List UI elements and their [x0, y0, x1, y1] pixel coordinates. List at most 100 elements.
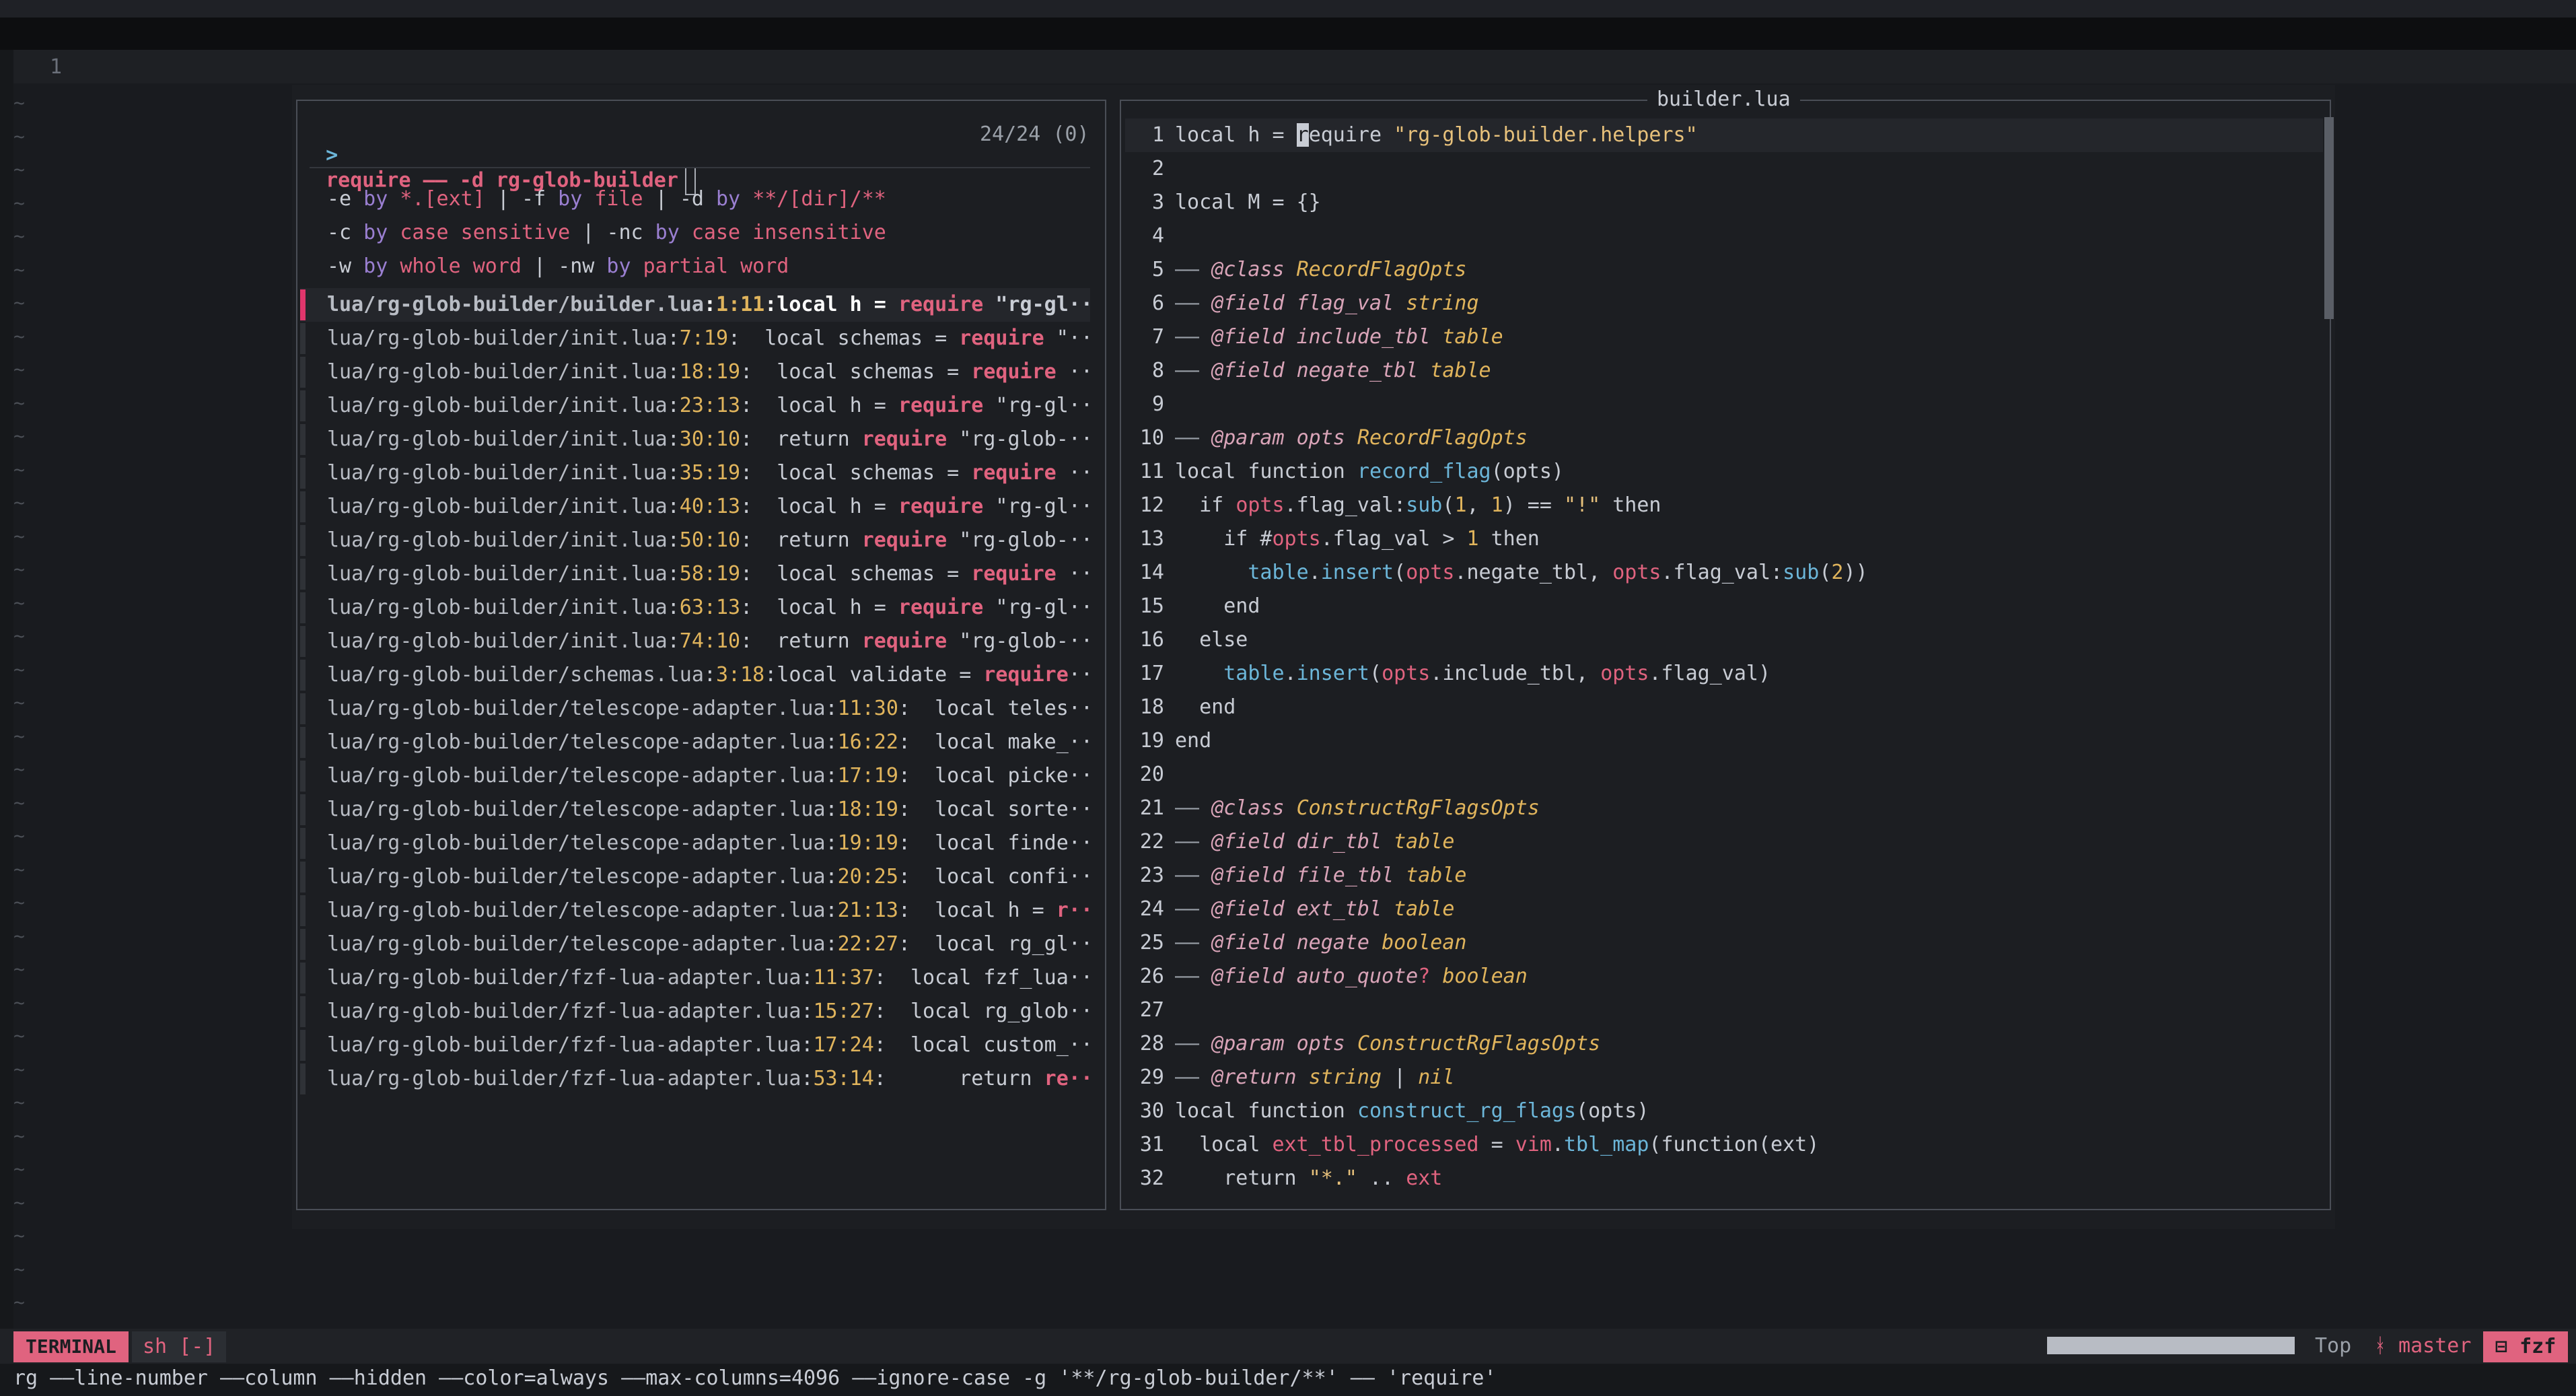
result-path: lua/rg-glob-builder/init.lua [327, 596, 668, 619]
result-location: 40:13 [679, 495, 741, 518]
code-token: 1 [1454, 493, 1467, 517]
code-token: 2 [1831, 561, 1844, 584]
code-token: .flag_val: [1284, 493, 1406, 517]
code-line: 4 [1125, 219, 2323, 253]
result-row[interactable]: lua/rg-glob-builder/fzf-lua-adapter.lua:… [300, 1028, 1090, 1062]
result-row[interactable]: lua/rg-glob-builder/init.lua:30:10: retu… [300, 423, 1090, 456]
prompt-separator [310, 167, 1090, 168]
result-pre: local rg_glob·· [886, 1000, 1090, 1023]
code-line-number: 20 [1139, 763, 1164, 786]
code-line: 15 end [1125, 590, 2323, 623]
code-preview[interactable]: 1 local h = require "rg-glob-builder.help… [1125, 118, 2323, 1195]
result-row[interactable]: lua/rg-glob-builder/telescope-adapter.lu… [300, 793, 1090, 827]
result-gutter [300, 626, 306, 657]
code-text: if #opts.flag_val > 1 then [1175, 522, 1540, 556]
code-token: insert [1296, 662, 1369, 685]
code-line-number: 25 [1139, 931, 1164, 954]
code-token: —— [1175, 796, 1212, 820]
code-text: local function record_flag(opts) [1175, 455, 1564, 489]
code-token: end [1175, 695, 1236, 719]
result-row[interactable]: lua/rg-glob-builder/fzf-lua-adapter.lua:… [300, 995, 1090, 1028]
preview-scrollbar[interactable] [2324, 117, 2334, 319]
result-row[interactable]: lua/rg-glob-builder/telescope-adapter.lu… [300, 928, 1090, 961]
tilde-marker: ~ [13, 258, 25, 281]
result-row[interactable]: lua/rg-glob-builder/init.lua:74:10: retu… [300, 625, 1090, 658]
code-line-number: 7 [1151, 325, 1164, 349]
result-row[interactable]: lua/rg-glob-builder/telescope-adapter.lu… [300, 759, 1090, 793]
command-line[interactable]: rg ——line-number ——column ——hidden ——col… [13, 1366, 1497, 1390]
result-post: "rg-glob-·· [947, 427, 1090, 451]
hint-text: **/[dir]/** [752, 187, 886, 211]
code-text: else [1175, 623, 1248, 657]
code-line-number: 12 [1139, 493, 1164, 517]
result-match: require [971, 360, 1057, 384]
code-text: —— @class RecordFlagOpts [1175, 253, 1467, 287]
code-token: —— [1175, 426, 1212, 450]
code-token: @param [1211, 1032, 1297, 1055]
code-line: 28 —— @param opts ConstructRgFlagsOpts [1125, 1027, 2323, 1061]
code-line-number: 10 [1139, 426, 1164, 450]
hint-text: -c [327, 221, 352, 244]
tilde-marker: ~ [13, 691, 25, 713]
result-row[interactable]: lua/rg-glob-builder/init.lua:35:19: loca… [300, 456, 1090, 490]
fzf-prompt[interactable]: > require —— -d rg-glob-builder [301, 120, 696, 195]
result-pre: local finde·· [910, 831, 1090, 855]
hint-text: -f [522, 187, 546, 211]
code-token: @field [1211, 897, 1297, 921]
result-row[interactable]: lua/rg-glob-builder/telescope-adapter.lu… [300, 860, 1090, 894]
code-token: table [1406, 864, 1467, 887]
result-pre: local h = [752, 596, 898, 619]
result-path: lua/rg-glob-builder/fzf-lua-adapter.lua [327, 966, 801, 989]
code-token: negate_tbl [1296, 359, 1431, 382]
result-row[interactable]: lua/rg-glob-builder/init.lua:7:19: local… [300, 322, 1090, 355]
code-text: local h = require "rg-glob-builder.helpe… [1175, 118, 1698, 152]
code-line: 3 local M = {} [1125, 186, 2323, 219]
code-token: ? [1418, 965, 1443, 988]
result-row[interactable]: lua/rg-glob-builder/init.lua:63:13: loca… [300, 591, 1090, 625]
result-row[interactable]: lua/rg-glob-builder/telescope-adapter.lu… [300, 692, 1090, 726]
code-token: —— [1175, 291, 1212, 315]
result-row[interactable]: lua/rg-glob-builder/init.lua:40:13: loca… [300, 490, 1090, 524]
result-path: lua/rg-glob-builder/init.lua [327, 461, 668, 485]
result-location: 53:14 [813, 1067, 874, 1090]
result-row[interactable]: lua/rg-glob-builder/telescope-adapter.lu… [300, 894, 1090, 928]
code-line: 11 local function record_flag(opts) [1125, 455, 2323, 489]
tilde-marker: ~ [13, 1224, 25, 1247]
result-row[interactable]: lua/rg-glob-builder/fzf-lua-adapter.lua:… [300, 1062, 1090, 1096]
result-row[interactable]: lua/rg-glob-builder/schemas.lua:3:18:loc… [300, 658, 1090, 692]
hint-text: by [703, 187, 753, 211]
code-token: if [1175, 493, 1236, 517]
prompt-arrow: > [326, 143, 338, 167]
result-row[interactable]: lua/rg-glob-builder/init.lua:18:19: loca… [300, 355, 1090, 389]
hint-text: -nc [606, 221, 643, 244]
result-row[interactable]: lua/rg-glob-builder/init.lua:23:13: loca… [300, 389, 1090, 423]
hint-text: *.[ext] [400, 187, 485, 211]
code-text: —— @field negate boolean [1175, 926, 1467, 960]
result-pre: local teles·· [910, 697, 1090, 720]
flag-hint-line: -e by *.[ext] | -f by file | -d by **/[d… [327, 187, 886, 211]
code-token: opts [1382, 662, 1431, 685]
result-row[interactable]: lua/rg-glob-builder/init.lua:50:10: retu… [300, 524, 1090, 557]
result-row[interactable]: lua/rg-glob-builder/init.lua:58:19: loca… [300, 557, 1090, 591]
results-list[interactable]: lua/rg-glob-builder/builder.lua:1:11:loc… [300, 288, 1090, 1096]
buffer-name: sh [-] [132, 1331, 227, 1362]
code-token: "*." [1308, 1166, 1357, 1190]
result-pre: local fzf_lua·· [886, 966, 1090, 989]
result-row[interactable]: lua/rg-glob-builder/telescope-adapter.lu… [300, 726, 1090, 759]
result-row[interactable]: lua/rg-glob-builder/telescope-adapter.lu… [300, 827, 1090, 860]
code-token: auto_quote [1296, 965, 1419, 988]
code-token: @field [1211, 931, 1297, 954]
result-row[interactable]: lua/rg-glob-builder/fzf-lua-adapter.lua:… [300, 961, 1090, 995]
cursor-line [13, 50, 2576, 83]
result-location: 21:13 [837, 899, 898, 922]
result-text: lua/rg-glob-builder/schemas.lua:3:18:loc… [327, 658, 1090, 692]
result-pre: local rg_gl·· [910, 932, 1090, 956]
hint-text: by [351, 221, 400, 244]
tilde-marker: ~ [13, 225, 25, 247]
hint-text: -nw [558, 254, 595, 278]
result-row[interactable]: lua/rg-glob-builder/builder.lua:1:11:loc… [300, 288, 1090, 322]
code-line: 18 end [1125, 691, 2323, 724]
result-gutter [300, 559, 306, 590]
hint-text: | [643, 187, 680, 211]
code-text: end [1175, 724, 1211, 758]
